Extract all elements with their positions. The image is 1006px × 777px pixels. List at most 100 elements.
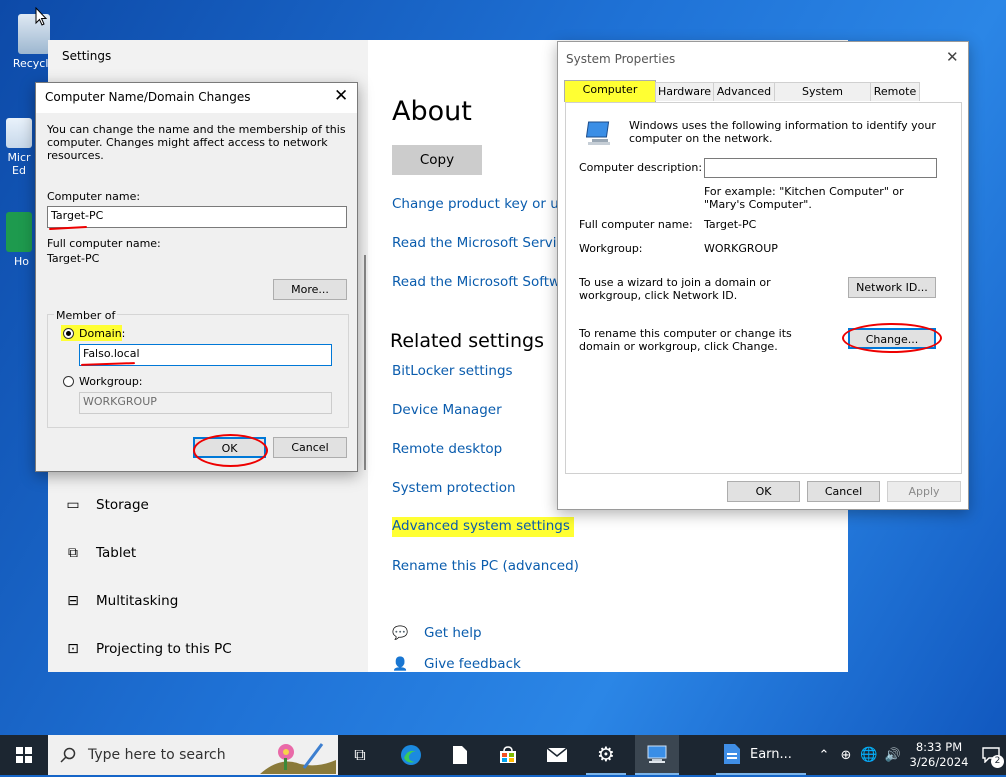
computer-description-input[interactable] [704, 158, 937, 178]
feedback-icon: 👤 [392, 656, 409, 672]
home-shortcut[interactable]: Ho [0, 212, 40, 268]
tab-system-protection[interactable]: System Protection [774, 82, 871, 115]
link-label: Advanced system settings [392, 517, 574, 537]
full-name-label: Full computer name: [47, 237, 161, 250]
link-device-manager[interactable]: Device Manager [392, 402, 502, 418]
rename-text: To rename this computer or change its do… [579, 327, 792, 353]
more-button[interactable]: More... [273, 279, 347, 300]
give-feedback-link[interactable]: 👤 Give feedback [392, 656, 521, 672]
link-microsoft-services[interactable]: Read the Microsoft Service [392, 235, 572, 251]
search-icon [60, 747, 76, 763]
computer-icon [647, 745, 667, 763]
network-id-button[interactable]: Network ID... [848, 277, 936, 298]
nav-item-multitasking[interactable]: ⊟ Multitasking [64, 586, 178, 616]
system-properties-taskbar-button[interactable] [635, 735, 679, 775]
info-text: Windows uses the following information t… [629, 119, 936, 145]
tab-remote[interactable]: Remote [870, 82, 920, 101]
mail-taskbar-button[interactable] [537, 735, 577, 775]
taskbar: Type here to search ⧉ ⚙ Earn... ⌃ ⊕ 🌐 🔊 … [0, 735, 1006, 775]
computer-icon [586, 121, 610, 145]
network-button[interactable]: 🌐 [858, 735, 880, 775]
cancel-button[interactable]: Cancel [273, 437, 347, 458]
search-placeholder: Type here to search [88, 747, 226, 763]
edge-taskbar-button[interactable] [391, 735, 431, 775]
tab-computer-name[interactable]: Computer Name [564, 80, 656, 113]
meet-now-button[interactable]: ⊕ [836, 735, 856, 775]
description-label: Computer description: [579, 161, 703, 174]
edge-icon [6, 118, 32, 148]
related-settings-heading: Related settings [390, 330, 544, 352]
start-button[interactable] [0, 735, 48, 775]
edge-icon [401, 745, 421, 765]
search-highlight-image-icon [260, 738, 336, 774]
tab-hardware[interactable]: Hardware [655, 82, 714, 101]
get-help-link[interactable]: 💬 Get help [392, 625, 482, 641]
workgroup-input: WORKGROUP [79, 392, 332, 414]
earnings-app-taskbar-button[interactable]: Earn... [716, 735, 806, 775]
nav-label: Tablet [96, 545, 137, 561]
about-heading: About [392, 96, 472, 127]
nav-label: Projecting to this PC [96, 641, 232, 657]
nav-item-storage[interactable]: ▭ Storage [64, 490, 148, 520]
meet-icon: ⊕ [840, 747, 852, 763]
app-label: Earn... [750, 746, 792, 762]
dialog-titlebar: Computer Name/Domain Changes ✕ [36, 83, 357, 113]
system-properties-dialog: System Properties ✕ Computer Name Hardwa… [557, 41, 969, 510]
cancel-button[interactable]: Cancel [807, 481, 880, 502]
get-help-label: Get help [424, 625, 482, 641]
mail-icon [546, 747, 568, 762]
domain-radio[interactable] [63, 328, 74, 339]
link-bitlocker[interactable]: BitLocker settings [392, 363, 513, 379]
nav-scrollbar[interactable] [364, 255, 366, 470]
dialog-description: You can change the name and the membersh… [47, 123, 346, 162]
ok-button[interactable]: OK [727, 481, 800, 502]
dialog-title: System Properties [566, 52, 676, 66]
copy-button[interactable]: Copy [392, 145, 482, 175]
notification-count-badge: 2 [991, 755, 1004, 768]
nav-item-projecting[interactable]: ⊡ Projecting to this PC [64, 634, 232, 664]
link-microsoft-software[interactable]: Read the Microsoft Softwa [392, 274, 568, 290]
projecting-icon: ⊡ [67, 641, 79, 657]
show-hidden-icons-button[interactable]: ⌃ [815, 735, 833, 775]
workgroup-value: WORKGROUP [704, 242, 778, 255]
computer-name-input[interactable]: Target-PC [47, 206, 347, 228]
tab-advanced[interactable]: Advanced [713, 82, 775, 101]
help-icon: 💬 [392, 625, 409, 641]
workgroup-label: Workgroup: [79, 375, 143, 388]
settings-taskbar-button[interactable]: ⚙ [586, 735, 626, 775]
link-change-product-key[interactable]: Change product key or upg [392, 196, 576, 212]
volume-button[interactable]: 🔊 [882, 735, 904, 775]
clock[interactable]: 8:33 PM 3/26/2024 [905, 735, 973, 775]
taskbar-search[interactable]: Type here to search [48, 735, 338, 775]
close-icon[interactable]: ✕ [946, 48, 959, 66]
full-name-value: Target-PC [704, 218, 757, 231]
notification-center-button[interactable]: 2 [976, 735, 1006, 775]
computer-name-panel: Windows uses the following information t… [565, 102, 962, 474]
clock-time: 8:33 PM [915, 740, 963, 754]
globe-icon: 🌐 [860, 747, 878, 763]
mouse-cursor-icon [35, 7, 48, 26]
domain-label: Domain: [79, 327, 126, 340]
workgroup-label: Workgroup: [579, 242, 643, 255]
link-rename-pc[interactable]: Rename this PC (advanced) [392, 558, 579, 574]
computer-name-label: Computer name: [47, 190, 141, 203]
link-system-protection[interactable]: System protection [392, 480, 516, 496]
settings-title: Settings [62, 49, 112, 63]
multitasking-icon: ⊟ [67, 593, 79, 609]
link-remote-desktop[interactable]: Remote desktop [392, 441, 502, 457]
task-view-button[interactable]: ⧉ [340, 735, 380, 775]
task-view-icon: ⧉ [354, 745, 366, 764]
file-explorer-taskbar-button[interactable] [440, 735, 480, 775]
close-icon[interactable]: ✕ [334, 86, 348, 106]
red-circle-annotation [842, 323, 942, 353]
member-of-label: Member of [54, 309, 118, 322]
edge-shortcut[interactable]: Micr Ed [0, 118, 40, 177]
nav-item-tablet[interactable]: ⧉ Tablet [64, 538, 136, 568]
store-taskbar-button[interactable] [488, 735, 528, 775]
workgroup-radio[interactable] [63, 376, 74, 387]
tablet-icon: ⧉ [68, 545, 78, 561]
example-text: For example: "Kitchen Computer" or "Mary… [704, 185, 904, 211]
link-advanced-system-settings[interactable]: Advanced system settings [390, 517, 578, 537]
speaker-icon: 🔊 [884, 747, 902, 763]
gear-icon: ⚙ [597, 742, 615, 766]
